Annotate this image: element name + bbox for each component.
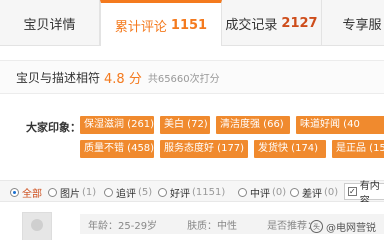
reviews-panel: 宝贝与描述相符 4.8 分 共65660次打分 大家印象： 保湿滋润 (261)… xyxy=(0,46,384,240)
radio-icon[interactable] xyxy=(10,188,19,197)
watermark-text: @电网营锐 xyxy=(326,223,376,234)
avatar xyxy=(22,212,52,240)
rating-score: 4.8 分 xyxy=(104,71,142,87)
tab-label: 累计评论 xyxy=(114,19,167,35)
filter-count: (1151) xyxy=(192,187,226,198)
radio-icon[interactable] xyxy=(290,188,299,197)
review-count: 1151 xyxy=(170,17,208,33)
filter-count: (0) xyxy=(272,187,287,198)
tab-transactions[interactable]: 成交记录 2127 xyxy=(222,0,322,46)
description-rating: 宝贝与描述相符 4.8 分 共65660次打分 xyxy=(0,60,384,94)
review-filter-bar: 全部 图片 (1) 追评 (5) 好评 (1151) 中评 (0) 差评 (0) xyxy=(0,180,384,207)
reviewer-age: 年龄：25-29岁 xyxy=(88,220,158,232)
radio-icon[interactable] xyxy=(158,188,167,197)
impression-tag[interactable]: 质量不错 (458) xyxy=(80,140,154,158)
filter-label: 差评 xyxy=(302,189,322,200)
radio-icon[interactable] xyxy=(238,188,247,197)
filter-negative[interactable]: 差评 (0) xyxy=(290,185,338,200)
filter-follow-up[interactable]: 追评 (5) xyxy=(104,185,152,200)
tab-label: 宝贝详情 xyxy=(23,17,76,33)
filter-label: 追评 xyxy=(116,189,136,200)
tab-label: 专享服 xyxy=(342,17,382,33)
reviewer-skin: 肤质：中性 xyxy=(187,220,238,232)
impressions-label: 大家印象： xyxy=(26,121,81,134)
filter-all[interactable]: 全部 xyxy=(10,185,42,200)
tab-exclusive-service[interactable]: 专享服 xyxy=(322,0,384,46)
filter-images[interactable]: 图片 (1) xyxy=(48,185,96,200)
impression-tag[interactable]: 服务态度好 (177) xyxy=(160,140,248,158)
watermark-logo-icon: 头 xyxy=(310,220,323,233)
watermark: 头 @电网营锐 xyxy=(310,219,376,234)
impression-tag[interactable]: 是正品 (15 xyxy=(332,140,384,158)
tab-reviews[interactable]: 累计评论 1151 xyxy=(100,0,222,47)
rating-label: 宝贝与描述相符 xyxy=(16,70,101,85)
tab-label: 成交记录 xyxy=(225,17,278,33)
has-content-filter[interactable]: ✓ 有内容 xyxy=(344,181,384,207)
filter-count: (1) xyxy=(82,187,97,198)
filter-label: 中评 xyxy=(250,189,270,200)
filter-neutral[interactable]: 中评 (0) xyxy=(238,185,286,200)
transaction-count: 2127 xyxy=(281,15,318,31)
impression-tag[interactable]: 美白 (72) xyxy=(160,116,210,134)
rating-count: 共65660次打分 xyxy=(147,73,220,85)
impression-tag[interactable]: 清洁度强 (66) xyxy=(216,116,290,134)
filter-label: 好评 xyxy=(170,189,190,200)
radio-icon[interactable] xyxy=(48,188,57,197)
filter-label: 全部 xyxy=(22,189,42,200)
filter-label: 图片 xyxy=(60,189,80,200)
filter-count: (0) xyxy=(324,187,339,198)
tab-item-details[interactable]: 宝贝详情 xyxy=(0,0,100,46)
filter-positive[interactable]: 好评 (1151) xyxy=(158,185,225,200)
impression-tag[interactable]: 发货快 (174) xyxy=(254,140,326,158)
radio-icon[interactable] xyxy=(104,188,113,197)
checkbox-icon[interactable]: ✓ xyxy=(348,187,357,196)
tab-bar: 宝贝详情 累计评论 1151 成交记录 2127 专享服 xyxy=(0,0,384,47)
impression-tag[interactable]: 保湿滋润 (261) xyxy=(80,116,154,134)
impression-tag[interactable]: 味道好闻 (40 xyxy=(296,116,384,134)
filter-count: (5) xyxy=(138,187,153,198)
